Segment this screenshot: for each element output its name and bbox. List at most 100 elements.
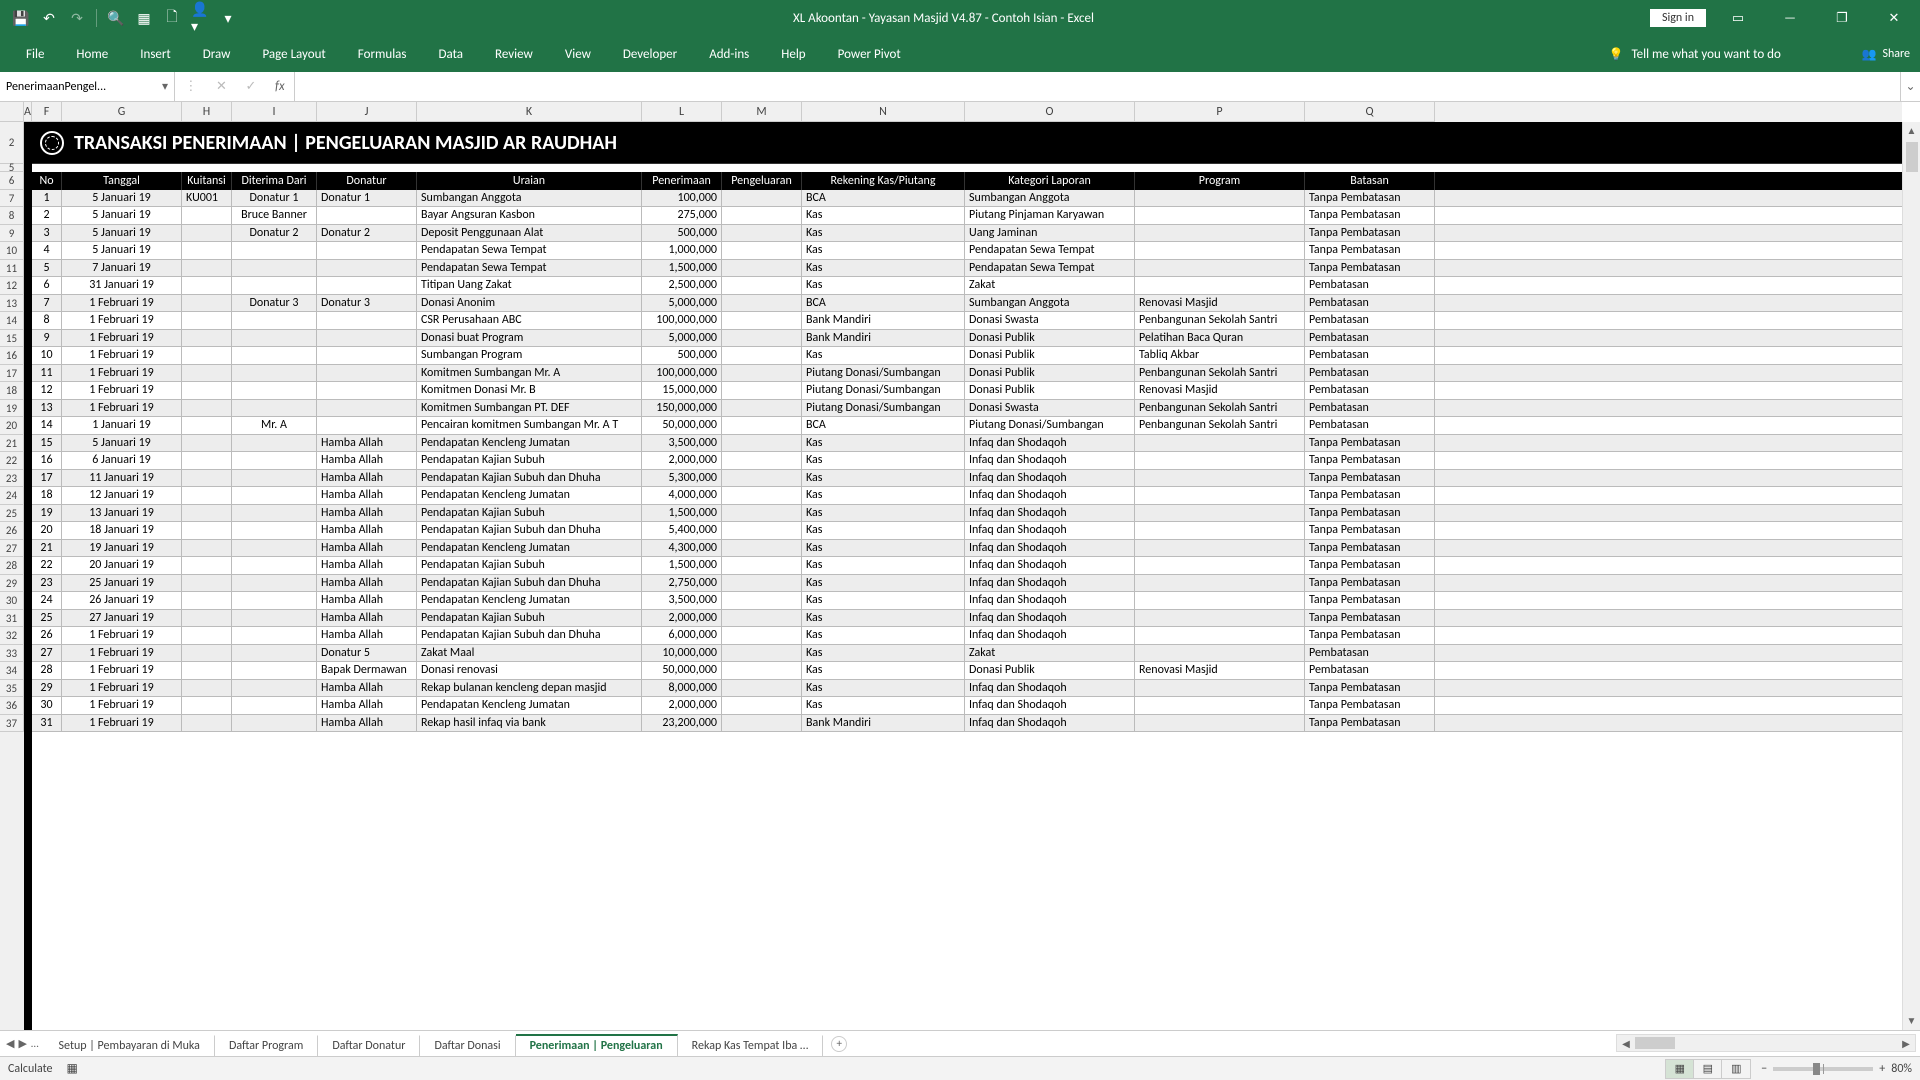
hscroll-left-icon[interactable]: ◀ <box>1617 1037 1635 1050</box>
cell-no[interactable]: 9 <box>32 330 62 347</box>
cell-uraian[interactable]: Pendapatan Kajian Subuh dan Dhuha <box>417 522 642 539</box>
cell-pengeluaran[interactable] <box>722 592 802 609</box>
cell-penerimaan[interactable]: 8,000,000 <box>642 680 722 697</box>
cell-diterima[interactable] <box>232 645 317 662</box>
cell-program[interactable] <box>1135 715 1305 732</box>
row-header-15[interactable]: 15 <box>0 330 24 348</box>
cell-no[interactable]: 25 <box>32 610 62 627</box>
row-header-24[interactable]: 24 <box>0 487 24 505</box>
cell-tanggal[interactable]: 5 Januari 19 <box>62 190 182 207</box>
cell-kategori[interactable]: Piutang Pinjaman Karyawan <box>965 207 1135 224</box>
cell-kuitansi[interactable] <box>182 382 232 399</box>
cell-program[interactable] <box>1135 575 1305 592</box>
cell-batasan[interactable]: Tanpa Pembatasan <box>1305 207 1435 224</box>
cell-penerimaan[interactable]: 3,500,000 <box>642 592 722 609</box>
table-row[interactable]: 1913 Januari 19Hamba AllahPendapatan Kaj… <box>32 505 1902 523</box>
cell-rekening[interactable]: Kas <box>802 505 965 522</box>
select-all-corner[interactable] <box>0 102 24 122</box>
cancel-icon[interactable]: ✕ <box>216 79 227 94</box>
row-header-29[interactable]: 29 <box>0 575 24 593</box>
cell-rekening[interactable]: Bank Mandiri <box>802 312 965 329</box>
cell-diterima[interactable] <box>232 522 317 539</box>
view-normal-icon[interactable]: ▦ <box>1666 1060 1694 1078</box>
table-row[interactable]: 1812 Januari 19Hamba AllahPendapatan Ken… <box>32 487 1902 505</box>
cell-no[interactable]: 17 <box>32 470 62 487</box>
cell-no[interactable]: 31 <box>32 715 62 732</box>
cell-penerimaan[interactable]: 500,000 <box>642 225 722 242</box>
cell-donatur[interactable]: Hamba Allah <box>317 610 417 627</box>
ribbon-tab-review[interactable]: Review <box>479 39 549 70</box>
cell-kategori[interactable]: Pendapatan Sewa Tempat <box>965 242 1135 259</box>
cell-kuitansi[interactable] <box>182 225 232 242</box>
cell-penerimaan[interactable]: 3,500,000 <box>642 435 722 452</box>
tell-me-search[interactable]: 💡 <box>1609 47 1852 62</box>
cell-penerimaan[interactable]: 4,300,000 <box>642 540 722 557</box>
col-header-H[interactable]: H <box>182 102 232 122</box>
cell-donatur[interactable]: Hamba Allah <box>317 627 417 644</box>
cell-kuitansi[interactable] <box>182 575 232 592</box>
cell-program[interactable]: Renovasi Masjid <box>1135 382 1305 399</box>
cell-tanggal[interactable]: 5 Januari 19 <box>62 225 182 242</box>
cell-diterima[interactable] <box>232 400 317 417</box>
ribbon-tab-file[interactable]: File <box>10 39 60 70</box>
cell-tanggal[interactable]: 11 Januari 19 <box>62 470 182 487</box>
table-row[interactable]: 35 Januari 19Donatur 2Donatur 2Deposit P… <box>32 225 1902 243</box>
cell-pengeluaran[interactable] <box>722 557 802 574</box>
table-row[interactable]: 2325 Januari 19Hamba AllahPendapatan Kaj… <box>32 575 1902 593</box>
cell-kategori[interactable]: Infaq dan Shodaqoh <box>965 697 1135 714</box>
cell-uraian[interactable]: Donasi buat Program <box>417 330 642 347</box>
horizontal-scrollbar[interactable]: ◀ ▶ <box>1616 1034 1916 1052</box>
cell-rekening[interactable]: Kas <box>802 470 965 487</box>
cell-diterima[interactable] <box>232 365 317 382</box>
table-row[interactable]: 2220 Januari 19Hamba AllahPendapatan Kaj… <box>32 557 1902 575</box>
cell-no[interactable]: 23 <box>32 575 62 592</box>
cell-batasan[interactable]: Tanpa Pembatasan <box>1305 242 1435 259</box>
cell-uraian[interactable]: Titipan Uang Zakat <box>417 277 642 294</box>
table-row[interactable]: 2426 Januari 19Hamba AllahPendapatan Ken… <box>32 592 1902 610</box>
row-header-32[interactable]: 32 <box>0 627 24 645</box>
cell-penerimaan[interactable]: 1,500,000 <box>642 505 722 522</box>
cell-tanggal[interactable]: 12 Januari 19 <box>62 487 182 504</box>
cell-penerimaan[interactable]: 275,000 <box>642 207 722 224</box>
row-header-22[interactable]: 22 <box>0 452 24 470</box>
sheet-tab[interactable]: Setup | Pembayaran di Muka <box>45 1035 215 1056</box>
cell-pengeluaran[interactable] <box>722 190 802 207</box>
cell-no[interactable]: 1 <box>32 190 62 207</box>
ribbon-tab-page-layout[interactable]: Page Layout <box>246 39 341 70</box>
cell-kuitansi[interactable] <box>182 330 232 347</box>
cell-rekening[interactable]: BCA <box>802 295 965 312</box>
col-header-M[interactable]: M <box>722 102 802 122</box>
cell-program[interactable] <box>1135 242 1305 259</box>
cell-pengeluaran[interactable] <box>722 312 802 329</box>
cell-kategori[interactable]: Donasi Swasta <box>965 312 1135 329</box>
view-page-break-icon[interactable]: ▥ <box>1722 1060 1750 1078</box>
cell-rekening[interactable]: Kas <box>802 260 965 277</box>
cell-pengeluaran[interactable] <box>722 277 802 294</box>
cell-rekening[interactable]: Piutang Donasi/Sumbangan <box>802 400 965 417</box>
cell-kategori[interactable]: Infaq dan Shodaqoh <box>965 680 1135 697</box>
cell-diterima[interactable] <box>232 697 317 714</box>
cell-diterima[interactable] <box>232 312 317 329</box>
cell-penerimaan[interactable]: 150,000,000 <box>642 400 722 417</box>
cell-rekening[interactable]: Kas <box>802 627 965 644</box>
cell-kuitansi[interactable] <box>182 522 232 539</box>
cell-donatur[interactable]: Bapak Dermawan <box>317 662 417 679</box>
cell-kuitansi[interactable] <box>182 312 232 329</box>
cell-no[interactable]: 7 <box>32 295 62 312</box>
cell-program[interactable] <box>1135 260 1305 277</box>
cell-rekening[interactable]: Kas <box>802 347 965 364</box>
cell-kategori[interactable]: Pendapatan Sewa Tempat <box>965 260 1135 277</box>
cell-program[interactable] <box>1135 627 1305 644</box>
cell-donatur[interactable] <box>317 347 417 364</box>
cell-batasan[interactable]: Tanpa Pembatasan <box>1305 435 1435 452</box>
cell-program[interactable]: Penbangunan Sekolah Santri <box>1135 417 1305 434</box>
row-header-10[interactable]: 10 <box>0 242 24 260</box>
cell-no[interactable]: 11 <box>32 365 62 382</box>
cell-batasan[interactable]: Tanpa Pembatasan <box>1305 190 1435 207</box>
cell-program[interactable] <box>1135 540 1305 557</box>
table-row[interactable]: 111 Februari 19Komitmen Sumbangan Mr. A1… <box>32 365 1902 383</box>
cell-donatur[interactable] <box>317 260 417 277</box>
cell-rekening[interactable]: Bank Mandiri <box>802 715 965 732</box>
cell-tanggal[interactable]: 1 Februari 19 <box>62 697 182 714</box>
table-row[interactable]: 281 Februari 19Bapak DermawanDonasi reno… <box>32 662 1902 680</box>
